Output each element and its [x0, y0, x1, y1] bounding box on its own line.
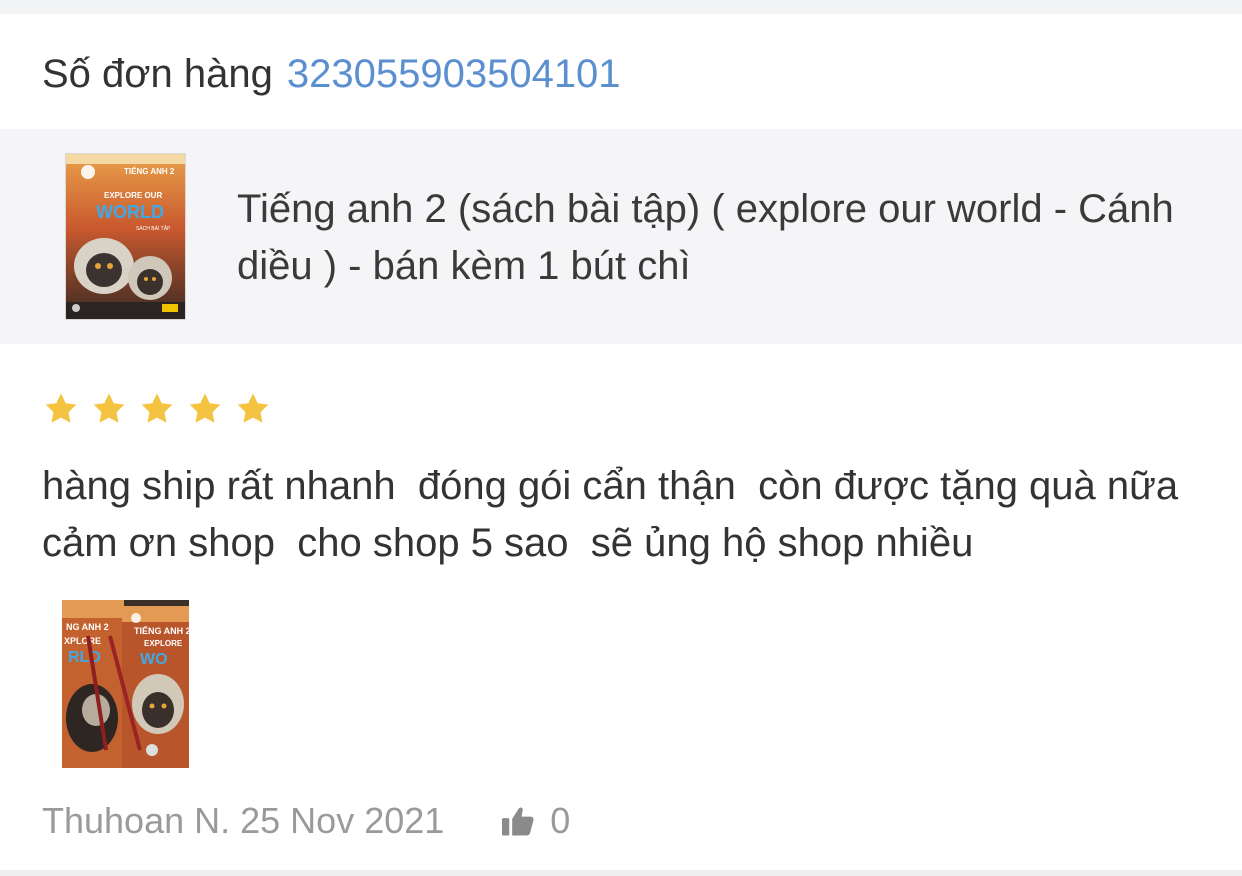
- order-number-row: Số đơn hàng 323055903504101: [42, 46, 621, 102]
- svg-text:SÁCH BÀI TẬP: SÁCH BÀI TẬP: [136, 225, 171, 232]
- like-button[interactable]: 0: [500, 797, 570, 845]
- product-thumbnail[interactable]: TIẾNG ANH 2 EXPLORE OUR WORLD SÁCH BÀI T…: [65, 153, 186, 320]
- product-title[interactable]: Tiếng anh 2 (sách bài tập) ( explore our…: [237, 181, 1197, 295]
- bottom-divider: [0, 870, 1242, 876]
- product-card[interactable]: TIẾNG ANH 2 EXPLORE OUR WORLD SÁCH BÀI T…: [0, 129, 1242, 344]
- review-date: 25 Nov 2021: [240, 800, 445, 841]
- star-icon: [189, 393, 221, 423]
- order-number-link[interactable]: 323055903504101: [287, 52, 621, 96]
- svg-text:WO: WO: [140, 651, 168, 668]
- review-meta: Thuhoan N. 25 Nov 2021 0: [42, 797, 570, 845]
- order-number-label: Số đơn hàng: [42, 52, 273, 96]
- review-photo[interactable]: NG ANH 2 XPLORE RLD TIẾNG ANH 2 EXPLORE …: [62, 600, 189, 768]
- rating-stars: [42, 390, 272, 428]
- svg-text:WORLD: WORLD: [96, 202, 164, 222]
- svg-text:EXPLORE OUR: EXPLORE OUR: [104, 191, 162, 200]
- star-icon: [237, 393, 269, 423]
- svg-text:RLD: RLD: [68, 649, 101, 666]
- svg-text:TIẾNG ANH 2: TIẾNG ANH 2: [134, 626, 189, 636]
- svg-text:NG ANH 2: NG ANH 2: [66, 622, 109, 632]
- svg-text:XPLORE: XPLORE: [64, 636, 101, 646]
- star-icon: [93, 393, 125, 423]
- review-photo-image: NG ANH 2 XPLORE RLD TIẾNG ANH 2 EXPLORE …: [62, 600, 189, 768]
- star-icon: [141, 393, 173, 423]
- thumbs-up-icon: [502, 807, 534, 836]
- book-cover-image: TIẾNG ANH 2 EXPLORE OUR WORLD SÁCH BÀI T…: [66, 154, 185, 319]
- top-divider: [0, 0, 1242, 14]
- star-icon: [45, 393, 77, 423]
- review-author: Thuhoan N.: [42, 800, 231, 841]
- review-text: hàng ship rất nhanh đóng gói cẩn thận cò…: [42, 464, 1201, 565]
- like-count: 0: [550, 800, 571, 841]
- svg-text:TIẾNG ANH 2: TIẾNG ANH 2: [124, 166, 175, 176]
- svg-text:EXPLORE: EXPLORE: [144, 639, 183, 648]
